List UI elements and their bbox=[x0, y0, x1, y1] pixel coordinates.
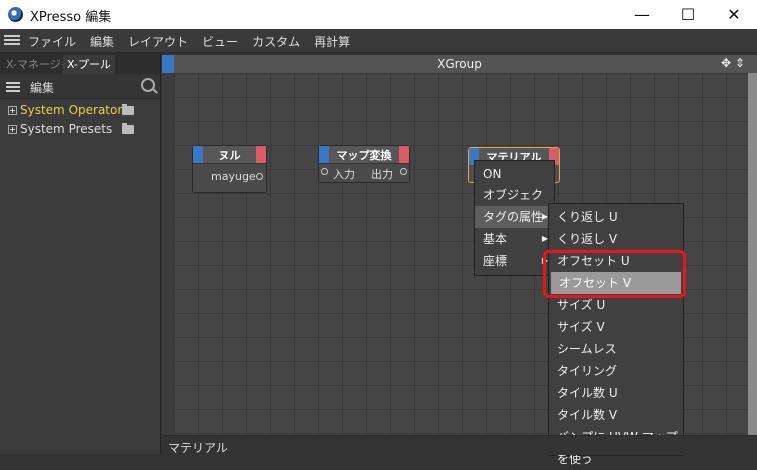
tree-item-system-presets[interactable]: System Presets bbox=[8, 120, 112, 138]
tab-x-pool[interactable]: X-プール bbox=[63, 55, 115, 74]
menu-item-tag-properties[interactable]: タグの属性 ▶ bbox=[475, 206, 554, 228]
submenu-item-tiling[interactable]: タイリング bbox=[549, 360, 683, 382]
submenu-item-repeat-v[interactable]: くり返し V bbox=[549, 228, 683, 250]
menu-edit[interactable]: 編集 bbox=[90, 33, 114, 50]
menu-item-object[interactable]: オブジェクト bbox=[475, 184, 554, 224]
title-bar: XPresso 編集 — ☐ ✕ bbox=[0, 0, 757, 29]
node-null[interactable]: ヌル mayuge bbox=[192, 145, 267, 193]
group-output-bar[interactable] bbox=[748, 73, 757, 435]
output-port-icon[interactable] bbox=[400, 168, 407, 175]
folder-icon bbox=[122, 123, 134, 134]
output-port-icon[interactable] bbox=[256, 173, 263, 180]
left-panel: X-マネージャ X-プール 編集 System Operators System… bbox=[0, 53, 161, 454]
node-output-port-bar[interactable] bbox=[256, 146, 266, 163]
tree-item-label: System Operators bbox=[20, 103, 129, 117]
input-port-icon[interactable] bbox=[321, 168, 328, 175]
node-output-port-bar[interactable] bbox=[399, 146, 409, 163]
window-title: XPresso 編集 bbox=[30, 10, 112, 25]
menu-item-on[interactable]: ON bbox=[475, 163, 554, 185]
submenu-item-seamless[interactable]: シームレス bbox=[549, 338, 683, 360]
port-label: mayuge bbox=[211, 170, 256, 183]
node-title: マップ変換 bbox=[336, 148, 392, 162]
port-label: 出力 bbox=[371, 168, 393, 181]
search-icon[interactable] bbox=[141, 78, 155, 92]
menu-recalculate[interactable]: 再計算 bbox=[314, 33, 350, 50]
node-range-mapper[interactable]: マップ変換 入力 出力 bbox=[318, 145, 410, 183]
minimize-button[interactable]: — bbox=[619, 0, 665, 29]
folder-icon bbox=[122, 104, 134, 115]
status-bar: マテリアル bbox=[162, 435, 757, 455]
expand-icon[interactable] bbox=[8, 124, 17, 134]
xgroup-title: XGroup bbox=[437, 57, 482, 71]
submenu-item-repeat-u[interactable]: くり返し U bbox=[549, 206, 683, 228]
xgroup-header[interactable]: XGroup ✥ ⇕ bbox=[162, 55, 757, 73]
app-logo-icon bbox=[8, 7, 23, 22]
maximize-button[interactable]: ☐ bbox=[665, 0, 711, 29]
tag-properties-submenu: くり返し U くり返し V オフセット U オフセット V サイズ U サイズ … bbox=[548, 203, 684, 466]
expand-icon[interactable] bbox=[8, 105, 17, 115]
panel-toolbar: 編集 bbox=[0, 74, 160, 99]
highlight-annotation bbox=[543, 250, 686, 298]
menu-file[interactable]: ファイル bbox=[28, 33, 76, 50]
hamburger-menu-icon[interactable] bbox=[4, 33, 20, 47]
status-text: マテリアル bbox=[168, 441, 228, 455]
menu-item-basic[interactable]: 基本 ▶ bbox=[475, 228, 554, 250]
submenu-item-size-v[interactable]: サイズ V bbox=[549, 316, 683, 338]
port-label: 入力 bbox=[333, 168, 355, 181]
close-button[interactable]: ✕ bbox=[711, 0, 757, 29]
move-icon[interactable]: ✥ ⇕ bbox=[721, 56, 745, 70]
panel-edit-menu[interactable]: 編集 bbox=[30, 79, 54, 96]
node-input-port-bar[interactable] bbox=[193, 146, 203, 163]
submenu-item-tiles-v[interactable]: タイル数 V bbox=[549, 404, 683, 426]
node-input-port-bar[interactable] bbox=[319, 146, 329, 163]
panel-tabs: X-マネージャ X-プール bbox=[0, 53, 160, 74]
menu-custom[interactable]: カスタム bbox=[252, 33, 300, 50]
menu-view[interactable]: ビュー bbox=[202, 33, 238, 50]
submenu-item-tiles-u[interactable]: タイル数 U bbox=[549, 382, 683, 404]
panel-menu-icon[interactable] bbox=[6, 80, 20, 94]
tree-item-label: System Presets bbox=[20, 122, 113, 136]
menu-layout[interactable]: レイアウト bbox=[128, 33, 188, 50]
tree-item-system-operators[interactable]: System Operators bbox=[8, 101, 129, 119]
node-title: ヌル bbox=[218, 148, 241, 162]
menu-bar: ファイル 編集 レイアウト ビュー カスタム 再計算 bbox=[0, 29, 757, 53]
